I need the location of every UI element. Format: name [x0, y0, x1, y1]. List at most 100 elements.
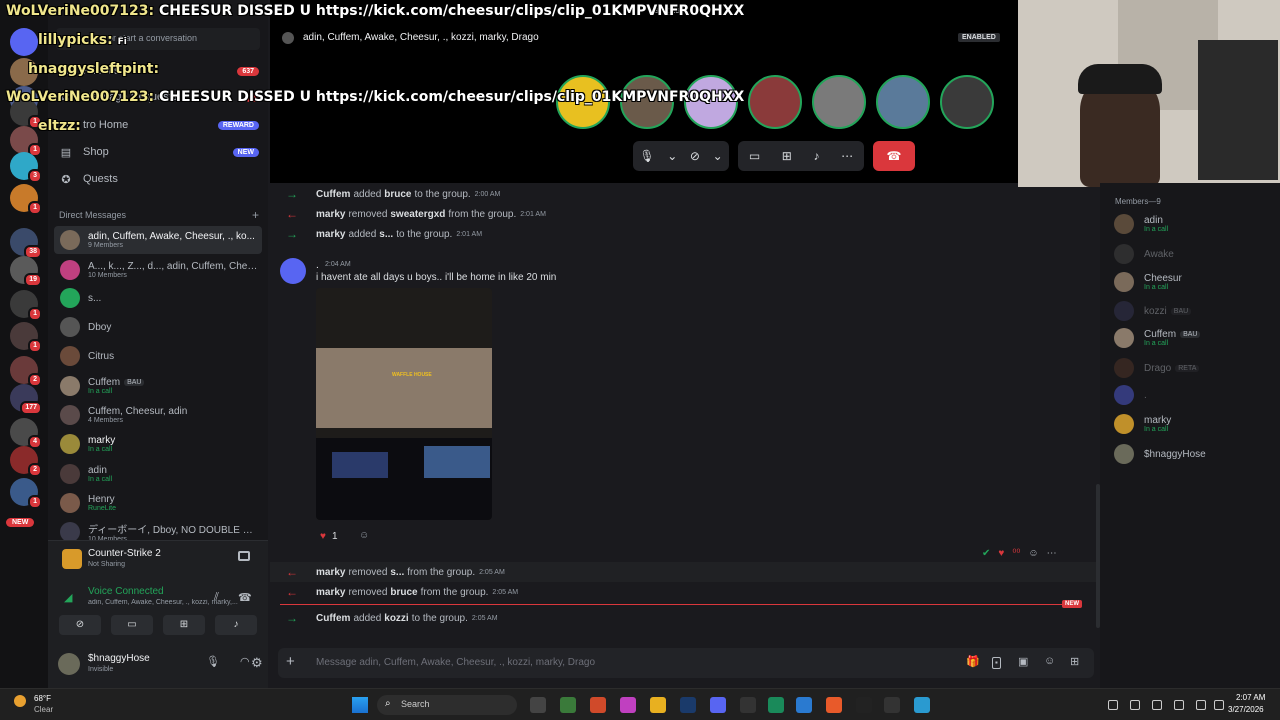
dm-item[interactable]: Citrus — [54, 342, 262, 370]
taskbar-app-icon[interactable] — [914, 697, 930, 713]
dm-item[interactable]: Cuffem, Cheesur, adin 4 Members — [54, 401, 262, 429]
server-icon[interactable]: 19 — [10, 256, 42, 287]
member-item[interactable]: adin In a call — [1114, 211, 1168, 237]
dm-item[interactable]: s... — [54, 284, 262, 312]
target-name[interactable]: s... — [390, 567, 404, 578]
actor-name[interactable]: marky — [316, 229, 345, 240]
tray-icon[interactable] — [1196, 700, 1206, 710]
mic-icon[interactable]: 🎙 — [206, 655, 220, 668]
message-image[interactable]: WAFFLE HOUSE — [316, 288, 492, 520]
headset-icon[interactable]: ◠ — [240, 655, 250, 668]
search-box[interactable]: ⌕ Search — [377, 695, 517, 715]
member-item[interactable]: $hnaggyHose — [1114, 441, 1206, 467]
gif-icon[interactable]: ▪ — [992, 657, 1001, 669]
activities-icon[interactable]: ⊞ — [782, 149, 792, 163]
message-avatar[interactable] — [280, 258, 306, 284]
camera-button[interactable]: ⊘ — [59, 615, 101, 635]
gift-icon[interactable]: 🎁 — [966, 655, 980, 668]
more-icon[interactable]: ⋯ — [841, 149, 853, 163]
taskbar-app-icon[interactable] — [826, 697, 842, 713]
call-participant-avatar[interactable] — [812, 75, 866, 129]
soundboard-icon[interactable]: ♪ — [814, 149, 820, 163]
add-attachment-icon[interactable]: + — [286, 653, 295, 670]
target-name[interactable]: bruce — [390, 587, 417, 598]
dm-item[interactable]: Cuffem BAU In a call — [54, 372, 262, 400]
emoji-icon[interactable]: ☺ — [1044, 655, 1055, 667]
taskbar-app-icon[interactable] — [650, 697, 666, 713]
member-item[interactable]: Drago RETA — [1114, 355, 1200, 381]
message-input[interactable]: Message adin, Cuffem, Awake, Cheesur, .,… — [316, 657, 876, 668]
actor-name[interactable]: marky — [316, 587, 345, 598]
check-icon[interactable]: ✔ — [982, 548, 990, 559]
server-icon[interactable]: 2 — [10, 446, 42, 477]
tray-icon[interactable] — [1108, 700, 1118, 710]
taskbar-app-icon[interactable] — [740, 697, 756, 713]
member-item[interactable]: Cuffem BAU In a call — [1114, 325, 1201, 351]
taskbar-app-icon[interactable] — [680, 697, 696, 713]
chevron-down-icon[interactable]: ⌄ — [667, 149, 677, 163]
taskbar-app-icon[interactable] — [856, 697, 872, 713]
dm-item[interactable]: A..., k..., Z..., d..., adin, Cuffem, Ch… — [54, 256, 262, 284]
dm-item[interactable]: adin In a call — [54, 460, 262, 488]
member-item[interactable]: . — [1114, 382, 1147, 408]
server-icon[interactable]: 1 — [10, 184, 42, 215]
more-icon[interactable]: ⋯ — [1047, 548, 1057, 559]
target-name[interactable]: kozzi — [384, 613, 408, 624]
target-name[interactable]: s... — [379, 229, 393, 240]
dm-item[interactable]: Henry RuneLite — [54, 489, 262, 517]
server-icon[interactable]: 1 — [10, 290, 42, 321]
user-avatar[interactable] — [58, 653, 80, 675]
chevron-down-icon[interactable]: ⌄ — [713, 149, 723, 163]
noise-icon[interactable]: ⫽ — [214, 591, 219, 604]
start-icon[interactable] — [352, 697, 368, 713]
weather-temp[interactable]: 68°F — [34, 694, 51, 703]
apps-icon[interactable]: ⊞ — [1070, 655, 1079, 668]
message-author[interactable]: . — [316, 260, 319, 271]
sticker-icon[interactable]: ▣ — [1018, 655, 1028, 668]
soundboard-button[interactable]: ♪ — [215, 615, 257, 635]
screen-share-button[interactable]: ▭ — [111, 615, 153, 635]
activities-button[interactable]: ⊞ — [163, 615, 205, 635]
actor-name[interactable]: Cuffem — [316, 613, 350, 624]
camera-off-icon[interactable]: ⊘ — [690, 149, 700, 163]
dm-item[interactable]: adin, Cuffem, Awake, Cheesur, ., ko... 9 … — [54, 226, 262, 254]
call-participant-avatar[interactable] — [748, 75, 802, 129]
leave-call-button[interactable]: ☎ — [873, 141, 915, 171]
member-item[interactable]: marky In a call — [1114, 411, 1171, 437]
add-reaction-icon[interactable]: ☺ — [1028, 548, 1038, 559]
taskbar-app-icon[interactable] — [590, 697, 606, 713]
add-reaction-icon[interactable]: ☺ — [359, 530, 369, 541]
target-name[interactable]: sweatergxd — [390, 209, 445, 220]
taskbar-app-icon[interactable] — [796, 697, 812, 713]
taskbar-time[interactable]: 2:07 AM — [1236, 693, 1265, 702]
actor-name[interactable]: marky — [316, 209, 345, 220]
tray-icon[interactable] — [1130, 700, 1140, 710]
taskbar-app-icon[interactable] — [620, 697, 636, 713]
nav-item-shop[interactable]: ▤ Shop NEW — [59, 141, 259, 163]
call-participant-avatar[interactable] — [876, 75, 930, 129]
actor-name[interactable]: Cuffem — [316, 189, 350, 200]
server-icon[interactable]: 38 — [10, 228, 42, 259]
taskbar-app-icon[interactable] — [530, 697, 546, 713]
heart-icon[interactable]: ♥ — [998, 548, 1004, 559]
nav-item-quests[interactable]: ✪ Quests — [59, 168, 259, 190]
taskbar-app-icon[interactable] — [710, 697, 726, 713]
call-participant-avatar[interactable] — [940, 75, 994, 129]
taskbar-app-icon[interactable] — [768, 697, 784, 713]
tray-icon[interactable] — [1152, 700, 1162, 710]
server-icon[interactable]: 1 — [10, 322, 42, 353]
nav-item-tro-home[interactable]: ◎ tro Home REWARD — [59, 114, 259, 136]
media-controls[interactable]: ▭ ⊞ ♪ ⋯ — [738, 141, 864, 171]
actor-name[interactable]: marky — [316, 567, 345, 578]
server-icon[interactable]: 1 — [10, 126, 42, 157]
hundred-icon[interactable]: ⁰⁰ — [1012, 548, 1020, 559]
reaction-heart[interactable]: ♥ 1 — [316, 528, 342, 544]
member-item[interactable]: Awake — [1114, 241, 1174, 267]
disconnect-icon[interactable]: ☎ — [238, 591, 252, 604]
taskbar-app-icon[interactable] — [560, 697, 576, 713]
screen-share-icon[interactable]: ▭ — [749, 149, 760, 163]
dm-item[interactable]: marky In a call — [54, 430, 262, 458]
taskbar-date[interactable]: 3/27/2026 — [1228, 705, 1264, 714]
taskbar-app-icon[interactable] — [884, 697, 900, 713]
server-icon[interactable]: 2 — [10, 356, 42, 387]
